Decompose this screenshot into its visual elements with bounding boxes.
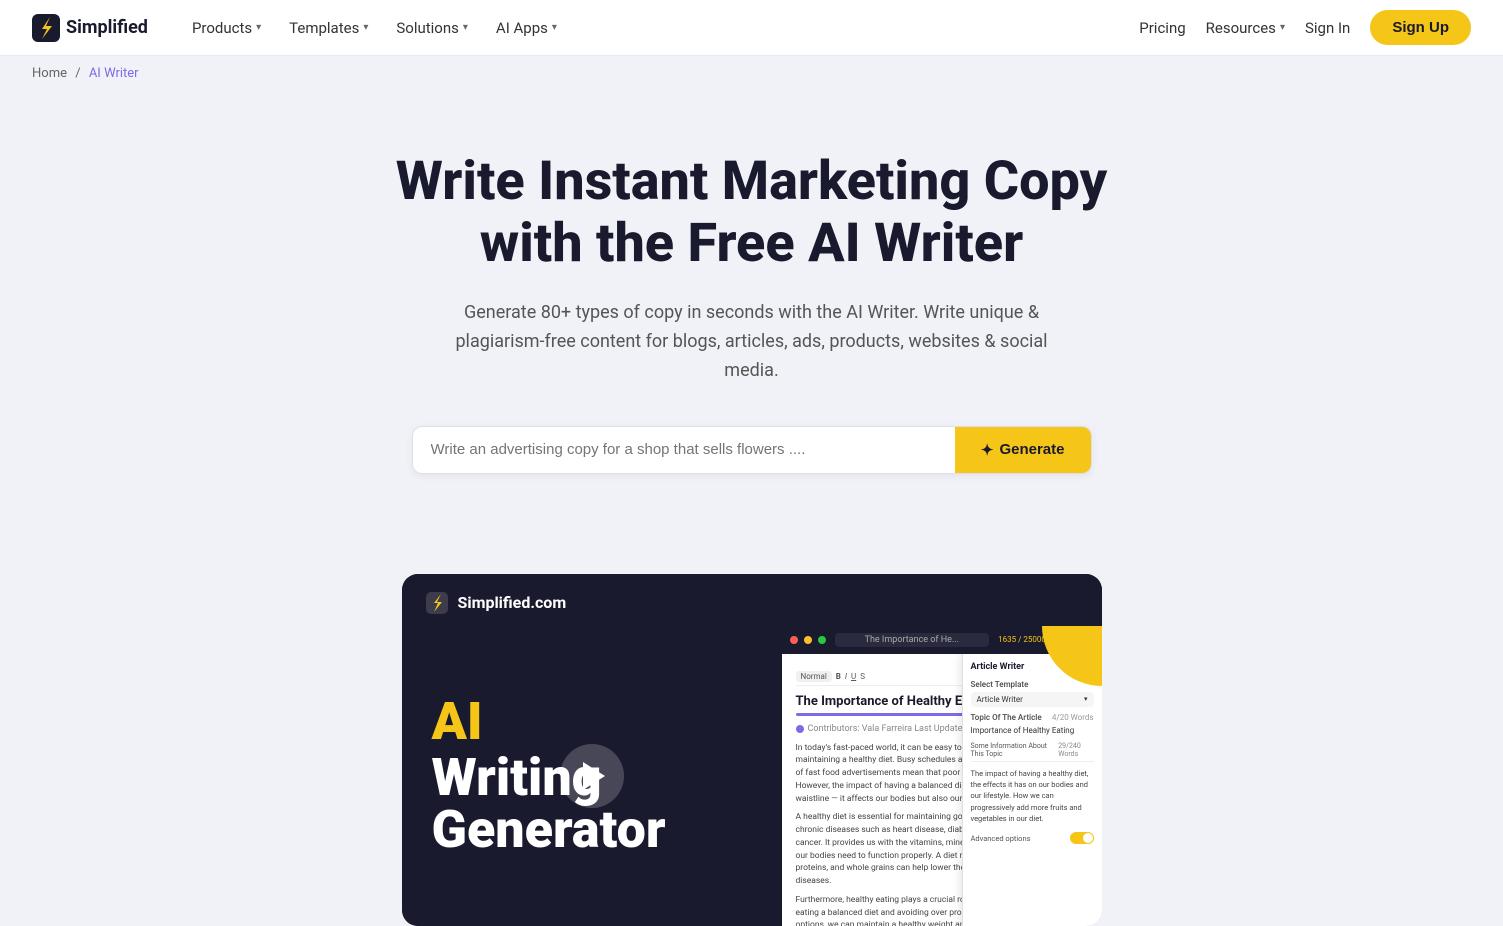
aiapps-chevron-icon: ▾ xyxy=(552,22,557,33)
doc-main: The Importance of Healthy Eating Contrib… xyxy=(796,694,1088,926)
nav-resources[interactable]: Resources ▾ xyxy=(1206,19,1285,37)
video-logo-icon xyxy=(426,592,448,614)
hero-title: Write Instant Marketing Copy with the Fr… xyxy=(372,151,1132,275)
navbar: Simplified Products ▾ Templates ▾ Soluti… xyxy=(0,0,1503,56)
advanced-toggle[interactable] xyxy=(1070,832,1094,844)
resources-chevron-icon: ▾ xyxy=(1280,22,1285,33)
solutions-chevron-icon: ▾ xyxy=(463,22,468,33)
hero-section: Write Instant Marketing Copy with the Fr… xyxy=(0,91,1503,574)
topic-count: 4/20 Words xyxy=(1052,713,1094,722)
nav-templates[interactable]: Templates ▾ xyxy=(277,11,380,45)
nav-pricing[interactable]: Pricing xyxy=(1139,19,1185,37)
logo-text: Simplified xyxy=(66,17,148,38)
toolbar-dot-red xyxy=(790,636,798,644)
breadcrumb: Home / AI Writer xyxy=(0,56,1503,91)
doc-meta-dot xyxy=(796,725,804,733)
products-chevron-icon: ▾ xyxy=(256,22,261,33)
play-icon xyxy=(583,762,605,790)
nav-links: Products ▾ Templates ▾ Solutions ▾ AI Ap… xyxy=(180,11,1139,45)
video-right-panel: The Importance of He... 1635 / 250000 wo… xyxy=(782,626,1102,926)
info-value: The impact of having a healthy diet, the… xyxy=(971,761,1094,824)
nav-products[interactable]: Products ▾ xyxy=(180,11,273,45)
nav-templates-label: Templates xyxy=(289,19,359,37)
info-label: Some Information About This Topic xyxy=(971,742,1059,758)
video-left-panel: AI Writing Generator xyxy=(402,626,782,926)
video-body: AI Writing Generator xyxy=(402,626,1102,926)
nav-resources-label: Resources xyxy=(1206,19,1276,37)
video-container: Simplified.com AI Writing Generator xyxy=(402,574,1102,926)
video-brand-text: Simplified.com xyxy=(458,593,567,612)
generate-button[interactable]: ✦ Generate xyxy=(955,427,1091,473)
template-value: Article Writer ▾ xyxy=(971,692,1094,707)
nav-aiapps-label: AI Apps xyxy=(496,19,548,37)
advanced-options: Advanced options xyxy=(971,832,1094,844)
doc-content: Normal B I U S 482 Words The Importance … xyxy=(782,654,1102,926)
video-ai-label: AI xyxy=(432,691,483,752)
toggle-knob xyxy=(1083,833,1093,843)
breadcrumb-separator: / xyxy=(75,66,80,81)
nav-products-label: Products xyxy=(192,19,252,37)
info-count: 29/240 Words xyxy=(1058,742,1093,758)
video-header: Simplified.com xyxy=(402,574,1102,626)
advanced-label: Advanced options xyxy=(971,834,1031,843)
strikethrough-icon: S xyxy=(860,672,865,681)
hero-subtitle: Generate 80+ types of copy in seconds wi… xyxy=(452,299,1052,385)
doc-panel: The Importance of He... 1635 / 250000 wo… xyxy=(782,626,1102,926)
nav-aiapps[interactable]: AI Apps ▾ xyxy=(484,11,569,45)
italic-icon: I xyxy=(845,672,847,681)
nav-right: Pricing Resources ▾ Sign In Sign Up xyxy=(1139,10,1471,45)
signin-button[interactable]: Sign In xyxy=(1305,19,1350,37)
article-writer-panel: Article Writer ✕ Select Template Article… xyxy=(962,654,1102,926)
search-bar: ✦ Generate xyxy=(412,426,1092,474)
templates-chevron-icon: ▾ xyxy=(363,22,368,33)
logo-link[interactable]: Simplified xyxy=(32,14,148,42)
search-input[interactable] xyxy=(413,427,955,472)
search-bar-wrapper: ✦ Generate xyxy=(20,426,1483,474)
template-chevron-icon: ▾ xyxy=(1084,695,1088,703)
signup-button[interactable]: Sign Up xyxy=(1370,10,1471,45)
topic-value: Importance of Healthy Eating xyxy=(971,725,1094,736)
play-button[interactable] xyxy=(560,744,624,808)
normal-style: Normal xyxy=(796,671,832,682)
video-section: Simplified.com AI Writing Generator xyxy=(0,574,1503,926)
bold-icon: B xyxy=(836,672,841,681)
generate-icon: ✦ xyxy=(981,441,994,459)
breadcrumb-current: AI Writer xyxy=(89,66,139,81)
breadcrumb-home[interactable]: Home xyxy=(32,66,67,81)
doc-url-bar: The Importance of He... xyxy=(835,633,989,647)
logo-icon xyxy=(32,14,60,42)
toolbar-dot-green xyxy=(818,636,826,644)
info-row: Some Information About This Topic 29/240… xyxy=(971,742,1094,758)
generate-label: Generate xyxy=(999,441,1064,458)
underline-icon: U xyxy=(851,672,856,681)
video-generator-word: Generator xyxy=(432,804,752,856)
article-panel-title: Article Writer xyxy=(971,662,1025,672)
nav-solutions[interactable]: Solutions ▾ xyxy=(384,11,480,45)
template-label: Select Template xyxy=(971,680,1094,689)
nav-solutions-label: Solutions xyxy=(396,19,459,37)
toolbar-dot-yellow xyxy=(804,636,812,644)
topic-label: Topic Of The Article 4/20 Words xyxy=(971,713,1094,722)
